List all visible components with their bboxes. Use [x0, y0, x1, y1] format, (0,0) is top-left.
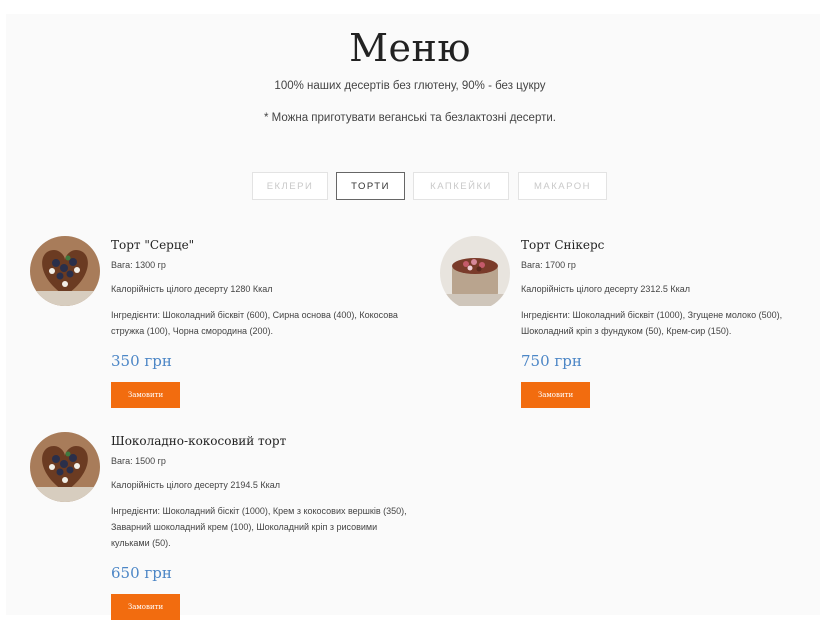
- heart-cake-icon: [30, 236, 100, 306]
- snickers-cake-icon: [440, 236, 510, 310]
- page-note: * Можна приготувати веганські та безлакт…: [264, 112, 556, 124]
- product-name: Шоколадно-кокосовий торт: [111, 434, 287, 448]
- product-ingredients: Інгредієнти: Шоколадний бісквіт (600), С…: [111, 310, 398, 336]
- product-price: 750 грн: [521, 352, 582, 370]
- order-button[interactable]: Замовити: [521, 382, 590, 408]
- chocolate-coconut-cake-icon: [30, 432, 100, 502]
- order-button[interactable]: Замовити: [111, 382, 180, 408]
- product-info: Торт Снікерс Вага: 1700 гр Калорійність …: [521, 236, 820, 408]
- product-price: 650 грн: [111, 564, 172, 582]
- product-calories: Калорійність цілого десерту 2194.5 Ккал: [111, 480, 280, 490]
- product-weight: Вага: 1300 гр: [111, 260, 166, 270]
- product-info: Шоколадно-кокосовий торт Вага: 1500 гр К…: [111, 432, 411, 620]
- tab-cupcakes[interactable]: КАПКЕЙКИ: [413, 172, 509, 200]
- product-name: Торт Снікерс: [521, 238, 605, 252]
- product-weight: Вага: 1500 гр: [111, 456, 166, 466]
- product-ingredients: Інгредієнти: Шоколадний бісквіт (1000), …: [521, 310, 783, 336]
- product-calories: Калорійність цілого десерту 2312.5 Ккал: [521, 284, 690, 294]
- product-info: Торт "Серце" Вага: 1300 гр Калорійність …: [111, 236, 411, 408]
- product-calories: Калорійність цілого десерту 1280 Ккал: [111, 284, 273, 294]
- product-ingredients: Інгредієнти: Шоколадний біскіт (1000), К…: [111, 506, 407, 548]
- product-name: Торт "Серце": [111, 238, 195, 252]
- tab-cakes[interactable]: ТОРТИ: [336, 172, 405, 200]
- product-weight: Вага: 1700 гр: [521, 260, 576, 270]
- order-button[interactable]: Замовити: [111, 594, 180, 620]
- page-title: Меню: [349, 26, 471, 70]
- page-subtitle: 100% наших десертів без глютену, 90% - б…: [274, 80, 546, 92]
- product-price: 350 грн: [111, 352, 172, 370]
- tab-macarons[interactable]: МАКАРОН: [518, 172, 607, 200]
- tab-eclairs[interactable]: ЕКЛЕРИ: [252, 172, 328, 200]
